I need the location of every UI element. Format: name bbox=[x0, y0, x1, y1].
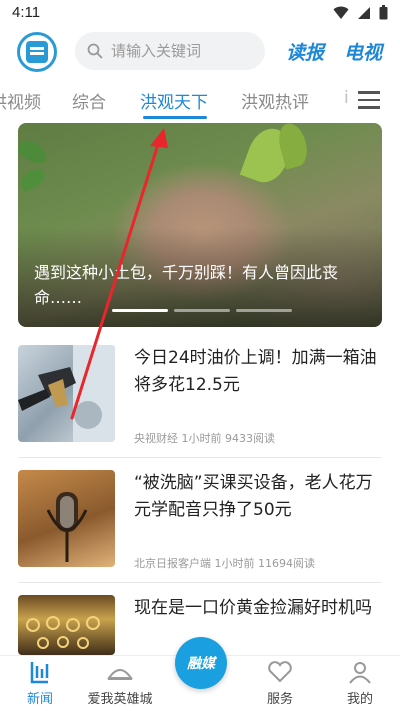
tab-video[interactable]: 洪视频 bbox=[0, 88, 41, 113]
wifi-icon bbox=[333, 6, 349, 19]
nav-label: 爱我英雄城 bbox=[87, 692, 153, 707]
search-input[interactable] bbox=[111, 42, 251, 60]
divider bbox=[18, 582, 382, 583]
banner-carousel[interactable]: 遇到这种小土包，千万别踩！有人曾因此丧命…… bbox=[18, 123, 382, 327]
news-item[interactable]: “被洗脑”买课买设备，老人花万元学配音只挣了50元 北京日报客户端 1小时前 1… bbox=[18, 470, 382, 570]
carousel-dot bbox=[112, 309, 168, 312]
search-bar[interactable] bbox=[75, 32, 265, 70]
nav-profile[interactable]: 我的 bbox=[320, 660, 400, 707]
tab-hot-comments[interactable]: 洪观热评 bbox=[241, 88, 309, 113]
read-paper-link[interactable]: 读报 bbox=[286, 38, 324, 65]
news-title: 今日24时油价上调！加满一箱油将多花12.5元 bbox=[134, 348, 377, 395]
fuel-nozzle-image bbox=[18, 345, 115, 442]
banner-leaf bbox=[18, 136, 51, 168]
carousel-indicator bbox=[112, 309, 292, 312]
category-tabs: 洪视频 综合 洪观天下 洪观热评 i bbox=[0, 84, 400, 120]
news-title: 现在是一口价黄金捡漏好时机吗 bbox=[134, 598, 372, 618]
nav-label: 新闻 bbox=[26, 692, 53, 707]
news-thumbnail bbox=[18, 470, 115, 567]
battery-icon bbox=[379, 5, 388, 20]
signal-icon bbox=[358, 6, 370, 19]
nav-hero-city[interactable]: 爱我英雄城 bbox=[80, 660, 160, 707]
carousel-dot bbox=[174, 309, 230, 312]
banner-title: 遇到这种小土包，千万别踩！有人曾因此丧命…… bbox=[34, 263, 339, 307]
nav-label: 服务 bbox=[266, 692, 293, 707]
news-title: “被洗脑”买课买设备，老人花万元学配音只挣了50元 bbox=[134, 473, 373, 520]
nav-service[interactable]: 服务 bbox=[240, 660, 320, 707]
news-thumbnail bbox=[18, 595, 115, 655]
banner-leaf bbox=[18, 165, 49, 193]
hero-city-icon bbox=[106, 660, 134, 684]
tab-general[interactable]: 综合 bbox=[72, 88, 106, 113]
media-center-button[interactable]: 融媒 bbox=[175, 637, 227, 689]
divider bbox=[18, 457, 382, 458]
app-header: 读报 电视 bbox=[0, 28, 400, 76]
nav-news[interactable]: 新闻 bbox=[0, 660, 80, 707]
status-bar: 4:11 bbox=[0, 0, 400, 26]
news-item[interactable]: 今日24时油价上调！加满一箱油将多花12.5元 央视财经 1小时前 9433阅读 bbox=[18, 345, 382, 445]
news-icon bbox=[26, 660, 54, 684]
news-thumbnail bbox=[18, 345, 115, 442]
tab-fade bbox=[336, 84, 358, 120]
status-time: 4:11 bbox=[12, 4, 41, 21]
nav-label: 我的 bbox=[346, 692, 373, 707]
search-icon bbox=[87, 43, 103, 59]
status-icons bbox=[333, 5, 388, 20]
gold-jewelry-image bbox=[26, 616, 100, 649]
news-meta: 央视财经 1小时前 9433阅读 bbox=[134, 432, 275, 445]
user-icon bbox=[346, 660, 374, 684]
tab-world[interactable]: 洪观天下 bbox=[140, 88, 208, 113]
menu-icon[interactable] bbox=[358, 91, 382, 111]
tv-link[interactable]: 电视 bbox=[344, 38, 382, 65]
active-tab-indicator bbox=[143, 116, 207, 119]
app-logo[interactable] bbox=[17, 32, 57, 72]
heart-icon bbox=[266, 660, 294, 684]
news-meta: 北京日报客户端 1小时前 11694阅读 bbox=[134, 557, 315, 570]
carousel-dot bbox=[236, 309, 292, 312]
microphone-image bbox=[46, 492, 88, 562]
